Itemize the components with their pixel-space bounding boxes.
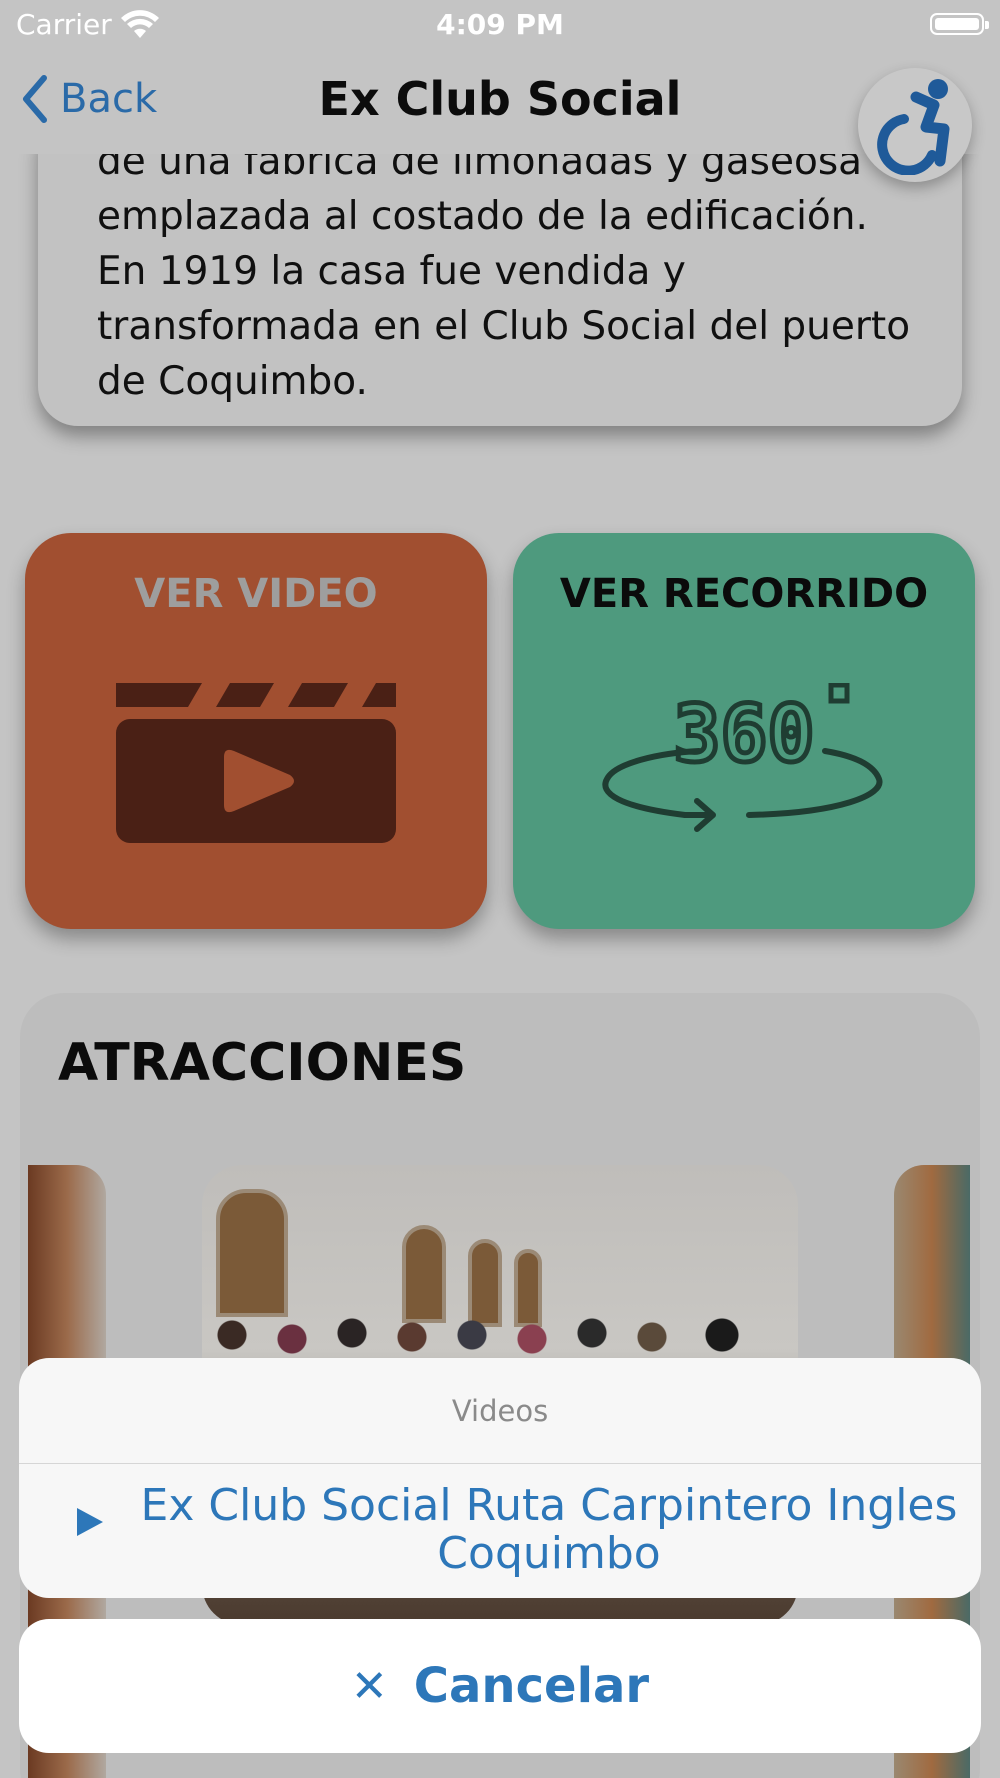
video-option-label: Ex Club Social Ruta Carpintero Ingles Co… <box>119 1482 979 1578</box>
cancel-label: Cancelar <box>413 1658 650 1714</box>
description-line: de Coquimbo. <box>97 359 368 404</box>
screen: Carrier 4:09 PM Back Ex Club Social de u… <box>0 0 1000 1778</box>
clapperboard-icon <box>116 683 396 843</box>
description-text: de una fábrica de limonadas y gaseosa em… <box>97 134 937 409</box>
description-line: En 1919 la casa fue vendida y <box>97 249 686 294</box>
status-bar: Carrier 4:09 PM <box>0 0 1000 48</box>
description-line: emplazada al costado de la edificación. <box>97 194 868 239</box>
video-action-sheet: Videos Ex Club Social Ruta Carpintero In… <box>19 1358 981 1598</box>
svg-text:360: 360 <box>674 690 815 780</box>
action-sheet-title: Videos <box>451 1394 549 1428</box>
page-title: Ex Club Social <box>318 72 682 126</box>
battery-icon <box>930 13 989 35</box>
play-icon <box>77 1508 103 1536</box>
view-tour-button[interactable]: VER RECORRIDO 360 <box>513 533 975 929</box>
watch-video-label: VER VIDEO <box>134 571 378 617</box>
cancel-button[interactable]: ✕ Cancelar <box>19 1619 981 1753</box>
attractions-heading: ATRACCIONES <box>58 1033 467 1093</box>
description-card: de una fábrica de limonadas y gaseosa em… <box>38 110 962 426</box>
video-option-line: Coquimbo <box>437 1528 661 1579</box>
watch-video-button[interactable]: VER VIDEO <box>25 533 487 929</box>
360-view-icon: 360 <box>602 683 883 832</box>
video-option[interactable]: Ex Club Social Ruta Carpintero Ingles Co… <box>19 1464 981 1598</box>
video-option-line: Ex Club Social Ruta Carpintero Ingles <box>140 1480 958 1531</box>
clock: 4:09 PM <box>436 8 564 41</box>
wheelchair-icon <box>877 79 950 175</box>
accessibility-button[interactable] <box>858 68 972 182</box>
navigation-bar: Back Ex Club Social <box>0 48 1000 154</box>
view-tour-label: VER RECORRIDO <box>559 571 929 617</box>
description-line: transformada en el Club Social del puert… <box>97 304 911 349</box>
close-icon: ✕ <box>350 1660 388 1712</box>
